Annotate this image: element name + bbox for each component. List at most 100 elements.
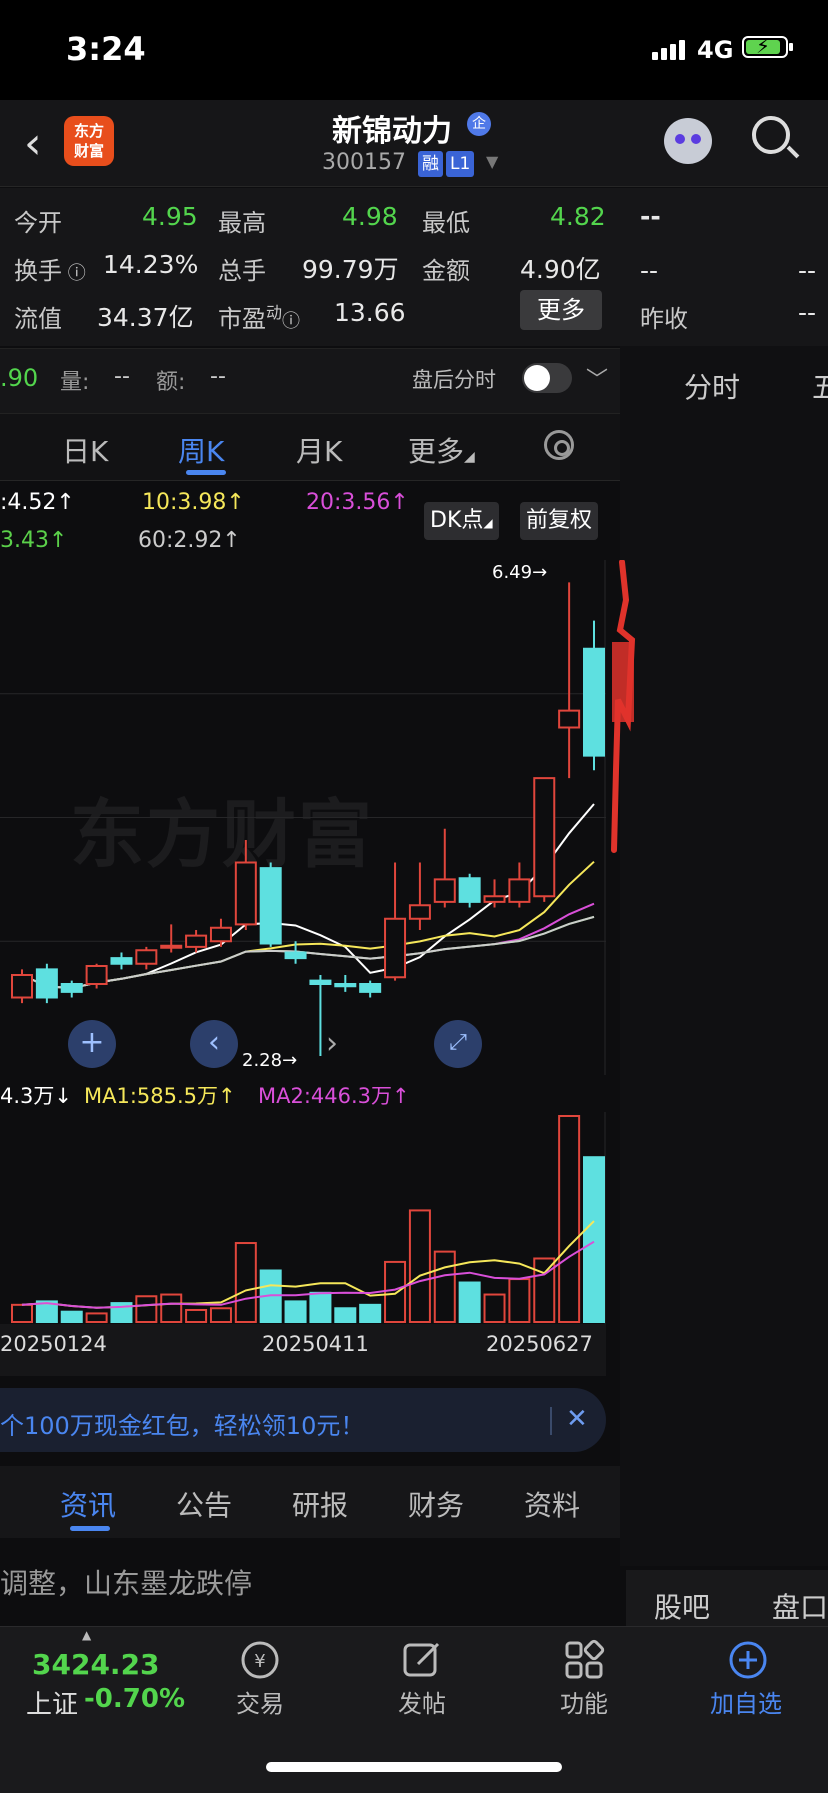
forward-adjust-button[interactable]: 前复权 — [520, 502, 599, 540]
after-hours-toggle[interactable] — [522, 363, 572, 393]
prev-close-label: 昨收 — [640, 305, 688, 333]
ma5-line — [21, 803, 595, 990]
ma60-legend: 60:2.92↑ — [138, 528, 241, 553]
index-change[interactable]: -0.70% — [84, 1684, 185, 1714]
volume-ma2-legend: MA2:446.3万↑ — [258, 1084, 410, 1108]
red-brush-mark — [611, 560, 636, 853]
news-headline[interactable]: 调整，山东墨龙跌停 — [0, 1562, 252, 1602]
chevron-down-icon[interactable]: ﹀ — [586, 362, 608, 394]
candle-body — [558, 709, 581, 729]
expand-caret-icon[interactable]: ▲ — [82, 1628, 91, 1642]
add-indicator-button[interactable]: + — [68, 1020, 116, 1068]
index-value[interactable]: 3424.23 — [32, 1648, 160, 1681]
function-icon[interactable] — [562, 1638, 606, 1682]
home-indicator — [266, 1762, 562, 1772]
tab-news[interactable]: 资讯 — [60, 1484, 116, 1524]
float-cap-label: 流值 — [14, 305, 62, 333]
turnover-value: 14.23% — [103, 250, 199, 279]
more-quote-button[interactable]: 更多 — [520, 290, 602, 330]
trade-label[interactable]: 交易 — [236, 1684, 284, 1719]
signal-icon — [652, 40, 688, 60]
eastmoney-logo[interactable]: 东方 财富 — [64, 116, 114, 166]
tab-profile[interactable]: 资料 — [524, 1484, 580, 1524]
robot-assistant-icon[interactable] — [664, 118, 712, 164]
volume-bar — [483, 1293, 506, 1324]
scroll-right-button[interactable]: › — [326, 1026, 338, 1061]
level1-tag: L1 — [446, 151, 475, 177]
tab-financials[interactable]: 财务 — [408, 1484, 464, 1524]
candle-body — [309, 979, 332, 985]
turnover-label: 换手 ⓘ — [14, 257, 86, 285]
tab-monthly-k[interactable]: 月K — [296, 430, 342, 470]
tab-five[interactable]: 五 — [812, 366, 828, 406]
fullscreen-icon[interactable]: ⤢ — [434, 1020, 482, 1068]
add-watchlist-icon[interactable] — [726, 1638, 770, 1682]
dk-point-button[interactable]: DK点◢ — [424, 502, 499, 540]
volume-bar — [209, 1307, 232, 1323]
volume-label: 量: — [60, 370, 90, 395]
right-panel — [620, 346, 828, 1566]
post-icon[interactable] — [400, 1638, 444, 1682]
tab-research[interactable]: 研报 — [292, 1484, 348, 1524]
post-label[interactable]: 发帖 — [398, 1684, 446, 1719]
tab-intraday[interactable]: 分时 — [684, 366, 740, 406]
volume-bar — [583, 1156, 605, 1324]
candle-body — [284, 951, 307, 960]
candle-body — [508, 878, 531, 903]
svg-text:¥: ¥ — [254, 1651, 265, 1672]
tab-forum[interactable]: 股吧 — [654, 1586, 710, 1626]
volume-bar — [558, 1115, 581, 1323]
chevron-down-icon[interactable]: ▼ — [486, 152, 498, 171]
index-name[interactable]: 上证 — [26, 1684, 78, 1721]
candle-body — [483, 895, 506, 903]
candle-body — [533, 777, 556, 898]
tab-more-k[interactable]: 更多◢ — [408, 430, 475, 470]
trade-icon[interactable]: ¥ — [238, 1638, 282, 1682]
tab-orderbook[interactable]: 盘口 — [772, 1586, 828, 1626]
status-time: 3:24 — [66, 30, 146, 68]
add-watchlist-label[interactable]: 加自选 — [710, 1684, 782, 1719]
gear-icon[interactable] — [544, 430, 574, 460]
network-type: 4G — [697, 36, 734, 64]
search-icon[interactable] — [752, 116, 790, 154]
close-icon[interactable]: ✕ — [566, 1404, 588, 1434]
candle-body — [583, 647, 605, 757]
price-placeholder: -- — [640, 202, 661, 231]
date-label-1: 20250124 — [0, 1332, 107, 1356]
right-placeholder-b: -- — [798, 256, 817, 285]
banner-divider — [550, 1407, 552, 1435]
ma5-legend: :4.52↑ — [0, 490, 75, 515]
candle-body — [110, 957, 133, 965]
candle-body — [259, 867, 282, 945]
candle-body — [11, 974, 33, 999]
scroll-left-button[interactable]: ‹ — [190, 1020, 238, 1068]
candle-body — [384, 917, 407, 979]
candle-body — [458, 877, 481, 903]
total-volume-label: 总手 — [218, 257, 266, 285]
amount-value-2: -- — [210, 364, 226, 389]
volume-bar — [11, 1303, 33, 1323]
volume-ma1-legend: MA1:585.5万↑ — [84, 1084, 236, 1108]
ma10-line — [21, 860, 595, 990]
float-cap-value: 34.37亿 — [97, 303, 194, 332]
open-value: 4.95 — [142, 202, 198, 231]
function-label[interactable]: 功能 — [560, 1684, 608, 1719]
high-label: 最高 — [218, 209, 266, 237]
low-annotation: 2.28→ — [242, 1050, 298, 1071]
volume-bar — [334, 1307, 357, 1323]
active-news-tab-indicator — [70, 1526, 110, 1531]
volume-bar — [85, 1312, 108, 1324]
margin-tag: 融 — [418, 151, 443, 177]
tab-announcements[interactable]: 公告 — [176, 1484, 232, 1524]
volume-bar — [160, 1293, 183, 1324]
candle-body — [185, 934, 208, 948]
back-icon[interactable]: ‹ — [24, 118, 42, 169]
tab-weekly-k[interactable]: 周K — [178, 430, 224, 470]
prev-close-value: -- — [798, 298, 817, 327]
tab-daily-k[interactable]: 日K — [62, 430, 108, 470]
date-label-2: 20250411 — [262, 1332, 369, 1356]
promo-text[interactable]: 个100万现金红包，轻松领10元！ — [0, 1406, 364, 1441]
open-label: 今开 — [14, 209, 62, 237]
right-placeholder-a: -- — [640, 256, 659, 285]
after-hours-label: 盘后分时 — [412, 368, 496, 392]
